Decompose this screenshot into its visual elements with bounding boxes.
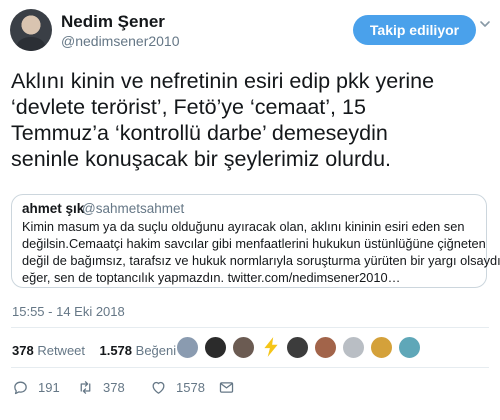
like-count: 1.578 [99, 343, 133, 358]
user-avatar-icon[interactable] [176, 336, 199, 359]
reply-count: 191 [38, 379, 60, 395]
lightning-avatar-icon[interactable] [260, 336, 281, 357]
reply-button[interactable]: 191 [12, 379, 77, 396]
reply-icon [14, 381, 27, 394]
direct-message-button[interactable] [218, 379, 244, 396]
like-label: Beğeni [135, 343, 177, 358]
quoted-author-handle[interactable]: @sahmetsahmet [82, 201, 184, 216]
user-avatar-icon[interactable] [314, 336, 337, 359]
retweet-action-count: 378 [103, 379, 125, 395]
user-avatar-icon[interactable] [204, 336, 227, 359]
quoted-line: Kimin masum ya da suçlu olduğunu ayıraca… [22, 219, 465, 234]
user-avatar-icon[interactable] [342, 336, 365, 359]
quoted-line: değil de bağımsız, tarafsız ve hukuk nor… [22, 253, 500, 268]
quoted-line: eğer, sen de toptancılık yapmazdın. twit… [22, 270, 401, 285]
divider [11, 367, 489, 368]
author-name[interactable]: Nedim Şener [61, 12, 165, 32]
tweet-actions: 191 378 1578 [12, 376, 244, 398]
user-avatar-icon[interactable] [370, 336, 393, 359]
following-button[interactable]: Takip ediliyor [353, 15, 476, 45]
author-handle[interactable]: @nedimsener2010 [61, 33, 180, 49]
quoted-line: değilsin.Cemaatçi hakim savcılar gibi me… [22, 236, 486, 251]
quoted-author-name[interactable]: ahmet şık [22, 201, 84, 216]
like-button[interactable]: 1578 [150, 379, 218, 396]
retweet-icon [80, 380, 91, 394]
tweet-line: seninle konuşacak bir şeylerimiz olurdu. [11, 147, 392, 171]
like-stat[interactable]: 1.578 Beğeni [99, 343, 176, 358]
quoted-tweet-text: Kimin masum ya da suçlu olduğunu ayıraca… [22, 218, 500, 286]
retweet-stat[interactable]: 378 Retweet [12, 343, 85, 358]
envelope-icon [219, 381, 234, 393]
retweet-count: 378 [12, 343, 34, 358]
heart-icon [152, 381, 165, 394]
retweet-button[interactable]: 378 [77, 379, 150, 396]
author-avatar[interactable] [10, 9, 52, 51]
like-action-count: 1578 [176, 379, 205, 395]
likers-avatars [176, 336, 421, 362]
retweet-label: Retweet [37, 343, 86, 358]
tweet-text: Aklını kinin ve nefretinin esiri edip pk… [11, 68, 489, 172]
user-avatar-icon[interactable] [286, 336, 309, 359]
tweet-line: Aklını kinin ve nefretinin esiri edip pk… [11, 69, 435, 93]
tweet-line: Temmuz’a ‘kontrollü darbe’ demeseydin [11, 121, 388, 145]
tweet-line: ‘devlete terörist’, Fetö’ye ‘cemaat’, 15 [11, 95, 366, 119]
chevron-down-icon[interactable] [478, 17, 492, 31]
user-avatar-icon[interactable] [398, 336, 421, 359]
user-avatar-icon[interactable] [232, 336, 255, 359]
divider [11, 327, 489, 328]
engagement-stats: 378 Retweet 1.578 Beğeni [12, 343, 176, 358]
tweet-timestamp[interactable]: 15:55 - 14 Eki 2018 [12, 304, 125, 319]
